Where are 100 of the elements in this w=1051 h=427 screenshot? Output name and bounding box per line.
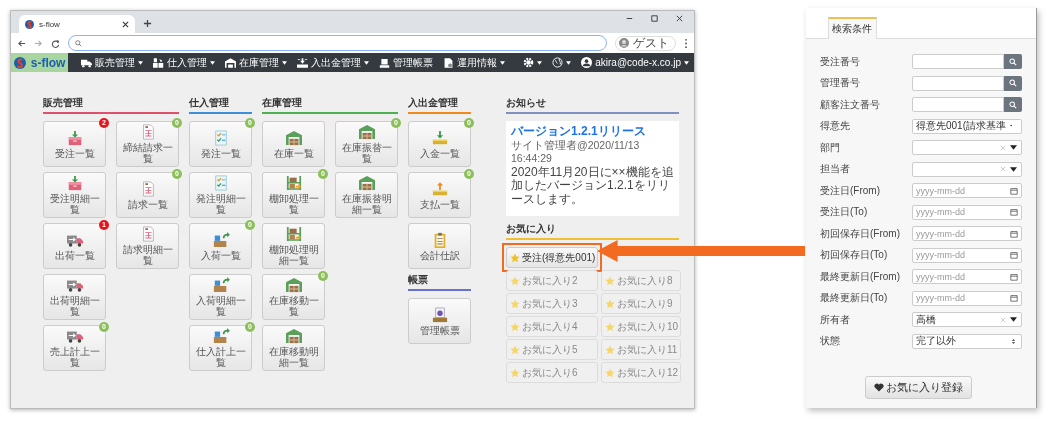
star-icon	[510, 252, 520, 263]
caret-icon	[566, 60, 572, 65]
select-field[interactable]	[912, 161, 1022, 177]
menu-tile[interactable]: 在庫一覧	[262, 121, 325, 167]
select-field[interactable]: 高橋	[912, 312, 1022, 328]
caret-icon	[210, 60, 216, 65]
warehouse-icon	[357, 175, 376, 191]
select-field[interactable]	[912, 140, 1022, 156]
date-field[interactable]: yyyy-mm-dd	[912, 226, 1022, 242]
add-favorite-button[interactable]: お気に入り登録	[864, 376, 972, 399]
section-heading: 在庫管理	[262, 96, 398, 114]
nav-menu-item[interactable]: 販売管理	[76, 53, 149, 72]
logo-text: s-flow	[30, 55, 66, 70]
star-icon	[605, 275, 615, 286]
user-icon	[581, 57, 593, 68]
search-icon	[1009, 57, 1017, 66]
menu-tile[interactable]: 出荷明細一覧	[43, 274, 106, 320]
text-field[interactable]	[912, 97, 1004, 113]
nav-menu-item[interactable]: 在庫管理	[220, 53, 293, 72]
field-label: 顧客注文番号	[820, 97, 881, 112]
caret-icon	[1010, 317, 1017, 323]
star-icon	[510, 275, 520, 286]
user-menu[interactable]: akira@code-x.co.jp	[576, 53, 694, 72]
search-button[interactable]	[1004, 97, 1022, 113]
browser-tab[interactable]: s-flow	[19, 15, 135, 33]
section-heading: 仕入管理	[189, 96, 252, 114]
search-button[interactable]	[1004, 75, 1022, 91]
field-label: 受注日(To)	[820, 205, 869, 220]
tab-title: s-flow	[39, 19, 61, 29]
section-heading: お気に入り	[506, 222, 679, 240]
boxes-icon	[211, 328, 230, 344]
nav-menu-item[interactable]: 入出金管理	[292, 53, 375, 72]
menu-tile[interactable]: 発注明細一覧	[189, 172, 252, 218]
favorite-button[interactable]: 受注(得意先001)	[506, 247, 598, 268]
panel-tab[interactable]: 検索条件	[828, 17, 877, 39]
document-icon	[379, 57, 391, 68]
forward-icon[interactable]	[34, 38, 43, 48]
field-label: 初回保存日(From)	[820, 226, 901, 241]
cash-icon	[297, 57, 309, 68]
warehouse-icon	[284, 129, 303, 146]
star-icon	[605, 367, 615, 378]
customer-field[interactable]: 得意先001(請求基準・	[912, 118, 1022, 134]
star-icon	[510, 367, 520, 378]
warehouse-icon	[357, 124, 376, 140]
star-icon	[605, 344, 615, 355]
date-field[interactable]: yyyy-mm-dd	[912, 269, 1022, 285]
section-heading: 入出金管理	[408, 96, 471, 114]
field-label: 部門	[820, 140, 841, 155]
close-icon[interactable]	[122, 20, 129, 28]
menu-tile[interactable]: 管理帳票	[408, 298, 471, 344]
text-field[interactable]	[912, 75, 1004, 91]
field-label: 管理番号	[820, 76, 861, 91]
date-field[interactable]: yyyy-mm-dd	[912, 290, 1022, 306]
caret-icon	[1010, 166, 1017, 172]
up-down-icon	[1010, 338, 1017, 344]
menu-tile[interactable]: 在庫移動明細一覧	[262, 325, 325, 371]
text-field[interactable]	[912, 54, 1004, 70]
nav-menu-item[interactable]: 運用情報	[438, 53, 511, 72]
menu-tile[interactable]: 請求明細一覧	[116, 223, 179, 269]
calendar-icon	[1010, 294, 1018, 303]
menu-icon[interactable]	[684, 37, 688, 49]
avatar-icon	[619, 38, 629, 48]
nav-menu-item[interactable]: 管理帳票	[374, 53, 439, 72]
calendar-icon	[1010, 272, 1018, 281]
menu-tile[interactable]: 入荷明細一覧	[189, 274, 252, 320]
menu-tile[interactable]: 在庫振替明細一覧	[335, 172, 398, 218]
caret-icon	[1010, 145, 1017, 151]
search-button[interactable]	[1004, 54, 1022, 70]
date-field[interactable]: yyyy-mm-dd	[912, 183, 1022, 199]
section-heading: お知らせ	[506, 96, 679, 114]
shelf-icon	[284, 226, 303, 242]
tray-arrow-icon	[430, 129, 449, 146]
notice-meta: サイト管理者@2020/11/13 16:44:29	[511, 138, 641, 166]
maximize-icon[interactable]	[650, 13, 659, 23]
reload-icon[interactable]	[51, 38, 60, 48]
star-icon	[510, 344, 520, 355]
profile-button[interactable]: ゲスト	[615, 35, 676, 51]
date-field[interactable]: yyyy-mm-dd	[912, 247, 1022, 263]
close-icon[interactable]	[675, 13, 684, 23]
logo-area[interactable]: s-flow	[11, 53, 69, 72]
logo-icon	[25, 19, 34, 29]
menu-tile[interactable]: 棚卸処理明細一覧	[262, 223, 325, 269]
calendar-icon	[1010, 208, 1018, 217]
new-tab-icon[interactable]	[143, 19, 152, 28]
date-field[interactable]: yyyy-mm-dd	[912, 204, 1022, 220]
caret-icon	[138, 60, 144, 65]
caret-icon	[537, 60, 543, 65]
back-icon[interactable]	[17, 38, 26, 48]
menu-tile[interactable]: 受注明細一覧	[43, 172, 106, 218]
star-icon	[510, 321, 520, 332]
nav-menu-item[interactable]: 仕入管理	[148, 53, 221, 72]
truck-icon	[81, 57, 93, 68]
menu-tile[interactable]: 会計仕訳	[408, 223, 471, 269]
select-field[interactable]: 完了以外	[912, 333, 1022, 349]
field-label: 最終更新日(From)	[820, 269, 901, 284]
shelf-icon	[284, 175, 303, 191]
tray-arrow-icon	[430, 180, 449, 197]
star-icon	[605, 298, 615, 309]
notice-link[interactable]: バージョン1.2.1リリース	[511, 125, 674, 139]
caret-icon	[684, 60, 689, 65]
